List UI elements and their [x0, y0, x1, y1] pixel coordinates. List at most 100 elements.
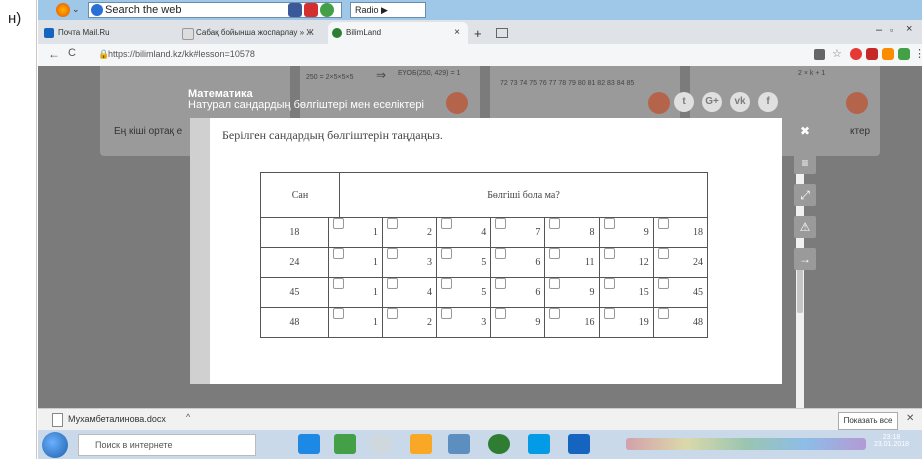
- divisor-option[interactable]: 19: [598, 307, 654, 338]
- bookmark-star-icon[interactable]: ☆: [832, 47, 842, 60]
- divisor-checkbox[interactable]: [332, 278, 344, 290]
- divisor-checkbox[interactable]: [386, 248, 398, 260]
- skype-taskbar-icon[interactable]: [528, 434, 550, 454]
- close-download-icon[interactable]: ✕: [906, 413, 914, 424]
- divisor-checkbox[interactable]: [603, 248, 615, 260]
- disc-taskbar-icon[interactable]: [370, 434, 392, 454]
- divisor-checkbox[interactable]: [441, 218, 453, 230]
- divisor-option[interactable]: 6: [490, 277, 546, 308]
- word-taskbar-icon[interactable]: [568, 434, 590, 454]
- divisor-checkbox[interactable]: [603, 218, 615, 230]
- divisor-option[interactable]: 16: [544, 307, 600, 338]
- youtube-icon[interactable]: [304, 3, 318, 17]
- divisor-option[interactable]: 15: [598, 277, 654, 308]
- divisor-option[interactable]: 18: [652, 217, 709, 248]
- vk-icon[interactable]: vk: [730, 92, 750, 112]
- new-tab-button[interactable]: +: [474, 26, 482, 41]
- divisor-option[interactable]: 4: [436, 217, 492, 248]
- extension-icon-2[interactable]: [866, 48, 878, 60]
- divisor-option[interactable]: 9: [598, 217, 654, 248]
- divisor-checkbox[interactable]: [657, 248, 669, 260]
- hp-taskbar-icon[interactable]: [448, 434, 470, 454]
- divisor-option[interactable]: 1: [327, 277, 383, 308]
- divisor-checkbox[interactable]: [657, 308, 669, 320]
- divisor-checkbox[interactable]: [549, 248, 561, 260]
- divisor-checkbox[interactable]: [657, 278, 669, 290]
- chevron-down-icon[interactable]: ⌄: [72, 4, 80, 15]
- clock[interactable]: 23:18 23.01.2018: [874, 434, 909, 448]
- divisor-option[interactable]: 2: [381, 217, 438, 248]
- divisor-option[interactable]: 3: [381, 247, 438, 278]
- divisor-option[interactable]: 6: [490, 247, 546, 278]
- chrome-taskbar-icon[interactable]: [488, 434, 510, 454]
- chevron-up-icon[interactable]: ^: [186, 412, 190, 422]
- divisor-option[interactable]: 12: [598, 247, 654, 278]
- divisor-option[interactable]: 48: [652, 307, 709, 338]
- taskbar-search-input[interactable]: Поиск в интернете: [78, 434, 256, 456]
- download-filename[interactable]: Мухамбеталинова.docx: [68, 414, 166, 424]
- divisor-checkbox[interactable]: [549, 278, 561, 290]
- divisor-option[interactable]: 4: [381, 277, 438, 308]
- divisor-option[interactable]: 5: [436, 247, 492, 278]
- tab-bilimland[interactable]: BilimLand ×: [328, 22, 468, 44]
- reload-icon[interactable]: C: [68, 47, 76, 59]
- divisor-checkbox[interactable]: [603, 278, 615, 290]
- tab-mail[interactable]: Почта Mail.Ru: [40, 22, 170, 44]
- divisor-checkbox[interactable]: [332, 248, 344, 260]
- divisor-checkbox[interactable]: [441, 278, 453, 290]
- minimize-icon[interactable]: –: [876, 24, 882, 36]
- divisor-option[interactable]: 24: [652, 247, 709, 278]
- warning-button[interactable]: ⚠: [794, 216, 816, 238]
- divisor-option[interactable]: 1: [327, 247, 383, 278]
- divisor-option[interactable]: 3: [436, 307, 492, 338]
- divisor-checkbox[interactable]: [441, 308, 453, 320]
- scroll-thumb[interactable]: [797, 265, 803, 313]
- whatsapp-icon[interactable]: [320, 3, 334, 17]
- next-button[interactable]: →: [794, 248, 816, 270]
- tab-lesson-plan[interactable]: Сабақ бойынша жоспарлау » Ж: [178, 22, 326, 44]
- extension-icon-3[interactable]: [882, 48, 894, 60]
- divisor-checkbox[interactable]: [332, 308, 344, 320]
- divisor-option[interactable]: 9: [544, 277, 600, 308]
- facebook-icon[interactable]: [288, 3, 302, 17]
- firefox-icon[interactable]: [56, 3, 70, 17]
- divisor-checkbox[interactable]: [549, 308, 561, 320]
- divisor-option[interactable]: 11: [544, 247, 600, 278]
- extension-icon[interactable]: [850, 48, 862, 60]
- divisor-checkbox[interactable]: [386, 278, 398, 290]
- url-field[interactable]: https://bilimland.kz/kk#lesson=10578: [108, 49, 255, 59]
- divisor-checkbox[interactable]: [495, 248, 507, 260]
- divisor-option[interactable]: 5: [436, 277, 492, 308]
- extension-icon-4[interactable]: [898, 48, 910, 60]
- divisor-checkbox[interactable]: [603, 308, 615, 320]
- divisor-checkbox[interactable]: [386, 308, 398, 320]
- divisor-checkbox[interactable]: [441, 248, 453, 260]
- outlook-taskbar-icon[interactable]: [298, 434, 320, 454]
- google-plus-icon[interactable]: G+: [702, 92, 722, 112]
- menu-icon[interactable]: ⋮: [914, 47, 922, 60]
- show-all-button[interactable]: Показать все: [838, 412, 898, 430]
- divisor-checkbox[interactable]: [332, 218, 344, 230]
- divisor-option[interactable]: 8: [544, 217, 600, 248]
- divisor-option[interactable]: 2: [381, 307, 438, 338]
- tab-list-icon[interactable]: [496, 28, 508, 38]
- close-window-icon[interactable]: ×: [906, 23, 912, 35]
- divisor-option[interactable]: 7: [490, 217, 546, 248]
- translate-icon[interactable]: [814, 49, 825, 60]
- maximize-icon[interactable]: ▫: [890, 25, 893, 35]
- radio-button[interactable]: Radio ▶: [350, 2, 426, 18]
- divisor-checkbox[interactable]: [495, 278, 507, 290]
- divisor-checkbox[interactable]: [657, 218, 669, 230]
- back-icon[interactable]: ←: [48, 47, 60, 61]
- facebook-share-icon[interactable]: f: [758, 92, 778, 112]
- divisor-option[interactable]: 45: [652, 277, 709, 308]
- divisor-option[interactable]: 1: [327, 217, 383, 248]
- twitter-icon[interactable]: t: [674, 92, 694, 112]
- divisor-checkbox[interactable]: [549, 218, 561, 230]
- close-button[interactable]: ✖: [794, 120, 816, 142]
- menu-button[interactable]: ≡: [794, 152, 816, 174]
- close-tab-icon[interactable]: ×: [454, 22, 460, 44]
- divisor-checkbox[interactable]: [495, 218, 507, 230]
- divisor-option[interactable]: 1: [327, 307, 383, 338]
- divisor-option[interactable]: 9: [490, 307, 546, 338]
